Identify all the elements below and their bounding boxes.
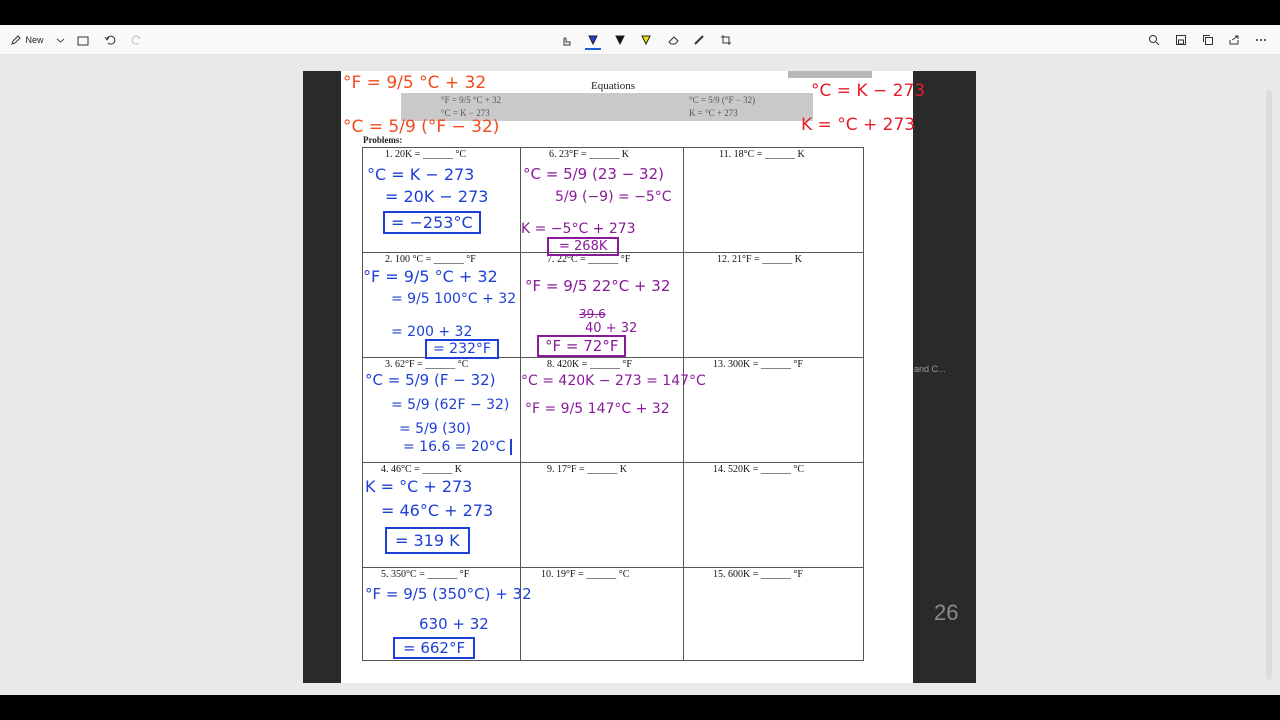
ink-p4-line1: K = °C + 273	[365, 477, 473, 496]
ballpoint-pen-button[interactable]	[585, 32, 601, 50]
ink-p1-line1: °C = K − 273	[367, 165, 475, 184]
new-label: New	[25, 35, 44, 45]
eraser-button[interactable]	[665, 32, 681, 48]
ink-p2-line3: = 200 + 32	[391, 324, 473, 340]
problem-6: 6. 23°F = ______ K	[549, 149, 629, 160]
copy-button[interactable]	[1200, 32, 1216, 48]
ink-p7-line1: °F = 9/5 22°C + 32	[525, 277, 671, 295]
ink-p3-line1: °C = 5/9 (F − 32)	[365, 371, 496, 389]
top-black-bar	[0, 0, 1280, 25]
ink-p1-answer: = −253°C	[383, 211, 481, 234]
problem-4: 4. 46°C = ______ K	[381, 464, 463, 475]
problem-2: 2. 100 °C = ______ °F	[385, 254, 476, 265]
ink-p8-line1: °C = 420K − 273 = 147°C	[521, 373, 706, 389]
ruler-icon	[694, 35, 704, 45]
ink-p6-answer: = 268K	[547, 237, 620, 256]
eraser-icon	[667, 36, 679, 45]
ink-p7-answer: °F = 72°F	[537, 335, 627, 357]
page-header-strip	[788, 71, 872, 78]
open-button[interactable]	[76, 32, 90, 48]
equation-f: °F = 9/5 °C + 32	[441, 95, 502, 105]
grid-row-4	[362, 567, 864, 568]
ink-p5-answer: = 662°F	[393, 637, 476, 659]
ghost-text: and C...	[914, 364, 946, 374]
undo-button[interactable]	[103, 32, 117, 48]
problem-15: 15. 600K = ______ °F	[713, 569, 803, 580]
problem-3: 3. 62°F = ______ °C	[385, 359, 469, 370]
chevron-down-icon	[56, 38, 64, 43]
more-icon	[1256, 39, 1266, 41]
ink-p8-line2: °F = 9/5 147°C + 32	[525, 401, 670, 417]
grid-row-0	[362, 147, 864, 148]
pen-icon	[11, 35, 22, 45]
ink-p5-line1: °F = 9/5 (350°C) + 32	[365, 585, 532, 603]
problem-10: 10. 19°F = ______ °C	[541, 569, 630, 580]
ink-p6-line2: 5/9 (−9) = −5°C	[555, 189, 672, 205]
problem-14: 14. 520K = ______ °C	[713, 464, 805, 475]
grid-col-3	[863, 147, 864, 660]
ink-p2-answer: = 232°F	[425, 339, 499, 359]
problem-12: 12. 21°F = ______ K	[717, 254, 802, 265]
problem-8: 8. 420K = ______ °F	[547, 359, 632, 370]
ink-p1-line2: = 20K − 273	[385, 187, 489, 206]
equation-k: K = °C + 273	[689, 108, 738, 118]
ink-p4-answer: = 319 K	[385, 527, 470, 554]
new-button[interactable]: New	[8, 32, 46, 48]
highlighter-icon	[641, 35, 651, 46]
ink-p4-line2: = 46°C + 273	[381, 501, 494, 520]
open-icon	[77, 36, 89, 45]
ghost-number: 26	[934, 600, 959, 625]
problem-5: 5. 350°C = ______ °F	[381, 569, 470, 580]
ballpoint-pen-icon	[588, 35, 598, 46]
ink-p7-line2: 39.6	[579, 307, 606, 321]
grid-row-3	[362, 462, 864, 463]
pen-icon	[615, 35, 625, 46]
crop-icon	[721, 35, 731, 45]
undo-icon	[104, 35, 116, 45]
ink-red-k-equation: K = °C + 273	[801, 115, 916, 135]
crop-button[interactable]	[718, 32, 734, 48]
equation-c-from-f: °C = 5/9 (°F − 32)	[689, 95, 756, 105]
highlighter-button[interactable]	[638, 32, 654, 48]
ink-p3-line2: = 5/9 (62F − 32)	[391, 397, 510, 413]
bottom-black-bar	[0, 695, 1280, 720]
grid-col-2	[683, 147, 684, 660]
ink-red-c-equation: °C = K − 273	[811, 81, 926, 101]
ink-p6-line3: K = −5°C + 273	[521, 221, 636, 237]
save-icon	[1176, 35, 1186, 45]
zoom-button[interactable]	[1146, 32, 1162, 48]
ink-p2-line2: = 9/5 100°C + 32	[391, 291, 517, 307]
share-icon	[1229, 35, 1239, 45]
ink-p3-answer: = 16.6 = 20°C	[403, 439, 512, 455]
touch-write-button[interactable]	[558, 32, 574, 48]
save-button[interactable]	[1173, 32, 1189, 48]
ink-orange-f-equation: °F = 9/5 °C + 32	[343, 73, 487, 93]
ink-p7-line3: 40 + 32	[585, 321, 638, 336]
ink-orange-c-equation: °C = 5/9 (°F − 32)	[343, 117, 500, 137]
new-dropdown-button[interactable]	[54, 32, 66, 48]
problem-13: 13. 300K = ______ °F	[713, 359, 803, 370]
more-button[interactable]	[1254, 32, 1268, 48]
grid-col-0	[362, 147, 363, 660]
vertical-scrollbar[interactable]	[1266, 90, 1272, 680]
touch-write-icon	[563, 37, 570, 45]
pen-button[interactable]	[612, 32, 628, 48]
problem-1: 1. 20K = ______ °C	[385, 149, 467, 160]
grid-row-5	[362, 660, 864, 661]
ink-p3-line3: = 5/9 (30)	[399, 421, 471, 437]
ink-p5-line2: 630 + 32	[419, 615, 489, 633]
share-button[interactable]	[1226, 32, 1242, 48]
ink-p6-line1: °C = 5/9 (23 − 32)	[523, 165, 664, 183]
copy-icon	[1203, 35, 1213, 45]
redo-icon	[131, 35, 141, 45]
problem-11: 11. 18°C = ______ K	[719, 149, 805, 160]
redo-button[interactable]	[130, 32, 144, 48]
ruler-button[interactable]	[691, 32, 707, 48]
equations-title: Equations	[591, 80, 635, 92]
app-toolbar: New	[0, 25, 1280, 55]
worksheet-page: Equations °F = 9/5 °C + 32 °C = 5/9 (°F …	[341, 71, 925, 683]
zoom-icon	[1149, 35, 1160, 46]
problem-9: 9. 17°F = ______ K	[547, 464, 627, 475]
ink-p2-line1: °F = 9/5 °C + 32	[363, 267, 498, 286]
